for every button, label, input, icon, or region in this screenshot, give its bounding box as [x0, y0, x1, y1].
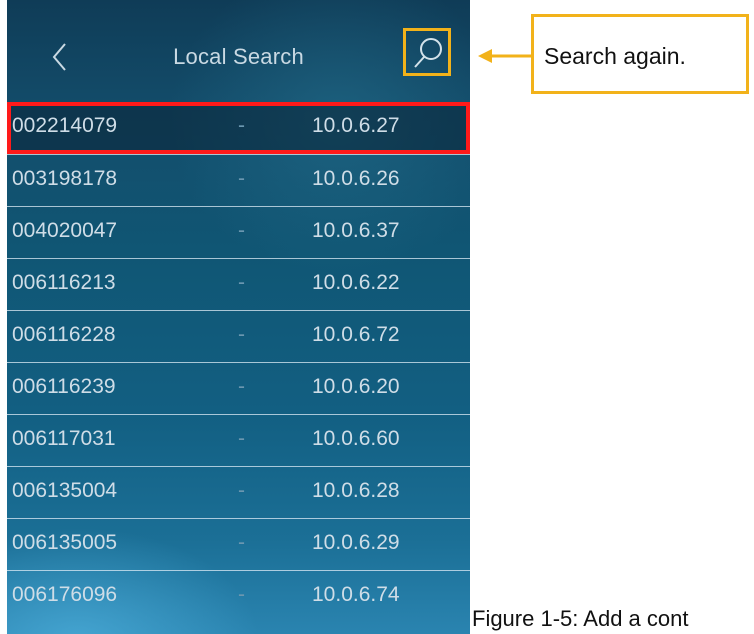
device-id: 006176096 — [12, 583, 118, 606]
separator: - — [238, 167, 245, 190]
page-title: Local Search — [173, 44, 304, 69]
device-ip: 10.0.6.28 — [312, 479, 400, 502]
device-row[interactable]: 006116239 - 10.0.6.20 — [7, 362, 470, 414]
device-id: 006116213 — [12, 271, 116, 294]
search-icon — [414, 38, 442, 68]
separator: - — [238, 271, 245, 294]
callout-box: Search again. — [531, 14, 749, 94]
device-row[interactable]: 004020047 - 10.0.6.37 — [7, 206, 470, 258]
device-ip: 10.0.6.74 — [312, 583, 400, 606]
device-id: 003198178 — [12, 167, 118, 190]
separator: - — [238, 114, 245, 137]
device-id: 006116239 — [12, 375, 116, 398]
device-id: 002214079 — [12, 114, 118, 137]
device-id: 006117031 — [12, 427, 116, 450]
device-ip: 10.0.6.27 — [312, 114, 400, 137]
device-row[interactable]: 006135005 - 10.0.6.29 — [7, 518, 470, 570]
device-ip: 10.0.6.29 — [312, 531, 400, 554]
device-id: 006135005 — [12, 531, 118, 554]
device-id: 006116228 — [12, 323, 116, 346]
device-id: 006135004 — [12, 479, 118, 502]
callout-text: Search again. — [544, 43, 686, 69]
device-ip: 10.0.6.22 — [312, 271, 400, 294]
nav-bar: Local Search — [7, 0, 470, 102]
separator: - — [238, 531, 245, 554]
separator: - — [238, 583, 245, 606]
callout-arrow — [478, 49, 534, 63]
search-button[interactable] — [403, 28, 451, 76]
figure-caption: Figure 1-5: Add a cont — [472, 606, 689, 631]
phone-screen: Local Search 002214079 - 10.0.6.27 00319817… — [7, 0, 470, 634]
device-row[interactable]: 002214079 - 10.0.6.27 — [7, 102, 470, 154]
device-id: 004020047 — [12, 219, 118, 242]
device-row[interactable]: 006116228 - 10.0.6.72 — [7, 310, 470, 362]
separator: - — [238, 219, 245, 242]
device-row[interactable]: 006176096 - 10.0.6.74 — [7, 570, 470, 622]
separator: - — [238, 427, 245, 450]
device-row[interactable]: 006117031 - 10.0.6.60 — [7, 414, 470, 466]
device-row[interactable]: 006135004 - 10.0.6.28 — [7, 466, 470, 518]
separator: - — [238, 479, 245, 502]
device-list: 002214079-10.0.6.27 003198178-10.0.6.26 00… — [7, 102, 470, 622]
device-ip: 10.0.6.72 — [312, 323, 400, 346]
device-ip: 10.0.6.60 — [312, 427, 400, 450]
device-row[interactable]: 006116213 - 10.0.6.22 — [7, 258, 470, 310]
device-ip: 10.0.6.20 — [312, 375, 400, 398]
separator: - — [238, 375, 245, 398]
device-ip: 10.0.6.26 — [312, 167, 400, 190]
separator: - — [238, 323, 245, 346]
device-ip: 10.0.6.37 — [312, 219, 400, 242]
device-row[interactable]: 003198178 - 10.0.6.26 — [7, 154, 470, 206]
